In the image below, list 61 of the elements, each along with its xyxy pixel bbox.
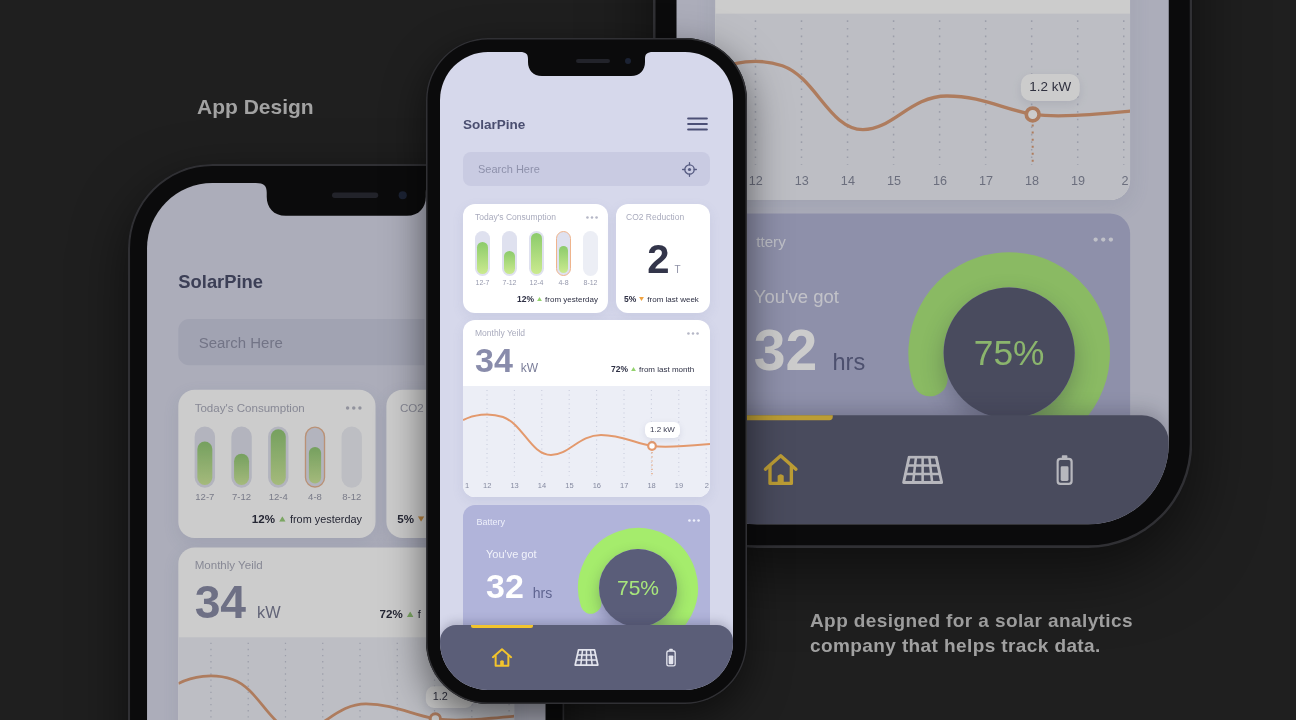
change-caption: f bbox=[417, 608, 421, 621]
battery-percent: 75% bbox=[617, 576, 659, 600]
axis-label: 19 bbox=[1070, 172, 1085, 190]
co2-unit: T bbox=[674, 263, 681, 275]
yield-unit: kW bbox=[520, 361, 539, 375]
bar-label: 12-7 bbox=[195, 491, 215, 503]
value-tooltip: 1.2 kW bbox=[645, 422, 680, 438]
change-caption: from last week bbox=[647, 294, 699, 304]
change-caption: from yesterday bbox=[545, 294, 598, 304]
change-value: 72% bbox=[379, 607, 403, 621]
bar-label: 4-8 bbox=[308, 491, 322, 503]
bar-label: 8-12 bbox=[342, 491, 362, 503]
card-title: Today's Consumption bbox=[194, 400, 305, 415]
home-icon bbox=[491, 647, 514, 667]
card-title: Monthly Yeild bbox=[194, 558, 263, 572]
co2-value: 2 bbox=[647, 238, 670, 279]
change-value: 5% bbox=[397, 512, 414, 526]
yield-value: 34 bbox=[475, 343, 513, 377]
battery-unit: hrs bbox=[532, 585, 553, 601]
bar-label: 7-12 bbox=[232, 491, 252, 503]
app-title: SolarPine bbox=[463, 116, 526, 132]
axis-label: 13 bbox=[794, 172, 809, 190]
battery-hours: 32 bbox=[486, 568, 524, 604]
yield-unit: kW bbox=[256, 603, 281, 623]
card-title: Today's Consumption bbox=[475, 212, 556, 222]
axis-label: 2 bbox=[1120, 172, 1128, 190]
card-title: Monthly Yeild bbox=[475, 328, 526, 338]
solar-panel-icon bbox=[574, 648, 599, 666]
change-value: 5% bbox=[624, 294, 637, 304]
yield-value: 34 bbox=[194, 578, 247, 626]
change-caption: from yesterday bbox=[289, 512, 362, 526]
bar-label: 12-4 bbox=[268, 491, 288, 503]
caption-text: App designed for a solar analytics company that helps track data. bbox=[810, 609, 1134, 658]
axis-label: 15 bbox=[886, 172, 901, 190]
section-heading: App Design bbox=[197, 95, 314, 119]
change-caption: from last month bbox=[639, 364, 695, 374]
app-title: SolarPine bbox=[178, 270, 263, 292]
home-icon bbox=[761, 451, 799, 486]
battery-percent: 75% bbox=[973, 332, 1044, 373]
battery-icon bbox=[1055, 452, 1073, 485]
solar-panel-icon bbox=[901, 454, 944, 483]
axis-label: 12 bbox=[748, 172, 763, 190]
value-tooltip: 1.2 kW bbox=[1020, 73, 1080, 101]
axis-label: 17 bbox=[978, 172, 993, 190]
battery-icon bbox=[665, 647, 676, 667]
card-title: CO2 bbox=[400, 400, 424, 415]
change-value: 72% bbox=[611, 364, 628, 374]
menu-icon[interactable] bbox=[687, 117, 708, 131]
tab-indicator bbox=[471, 625, 534, 628]
change-value: 12% bbox=[251, 512, 275, 526]
card-title: Battery bbox=[476, 516, 505, 527]
target-icon[interactable] bbox=[682, 161, 697, 177]
battery-unit: hrs bbox=[831, 347, 865, 375]
change-value: 12% bbox=[517, 294, 535, 304]
battery-caption: You've got bbox=[486, 547, 538, 561]
battery-hours: 32 bbox=[753, 318, 817, 380]
search-field[interactable]: Search Here bbox=[463, 152, 710, 186]
axis-label: 18 bbox=[1024, 172, 1039, 190]
axis-label: 16 bbox=[932, 172, 947, 190]
card-title: CO2 Reduction bbox=[626, 212, 685, 222]
axis-label: 14 bbox=[840, 172, 855, 190]
